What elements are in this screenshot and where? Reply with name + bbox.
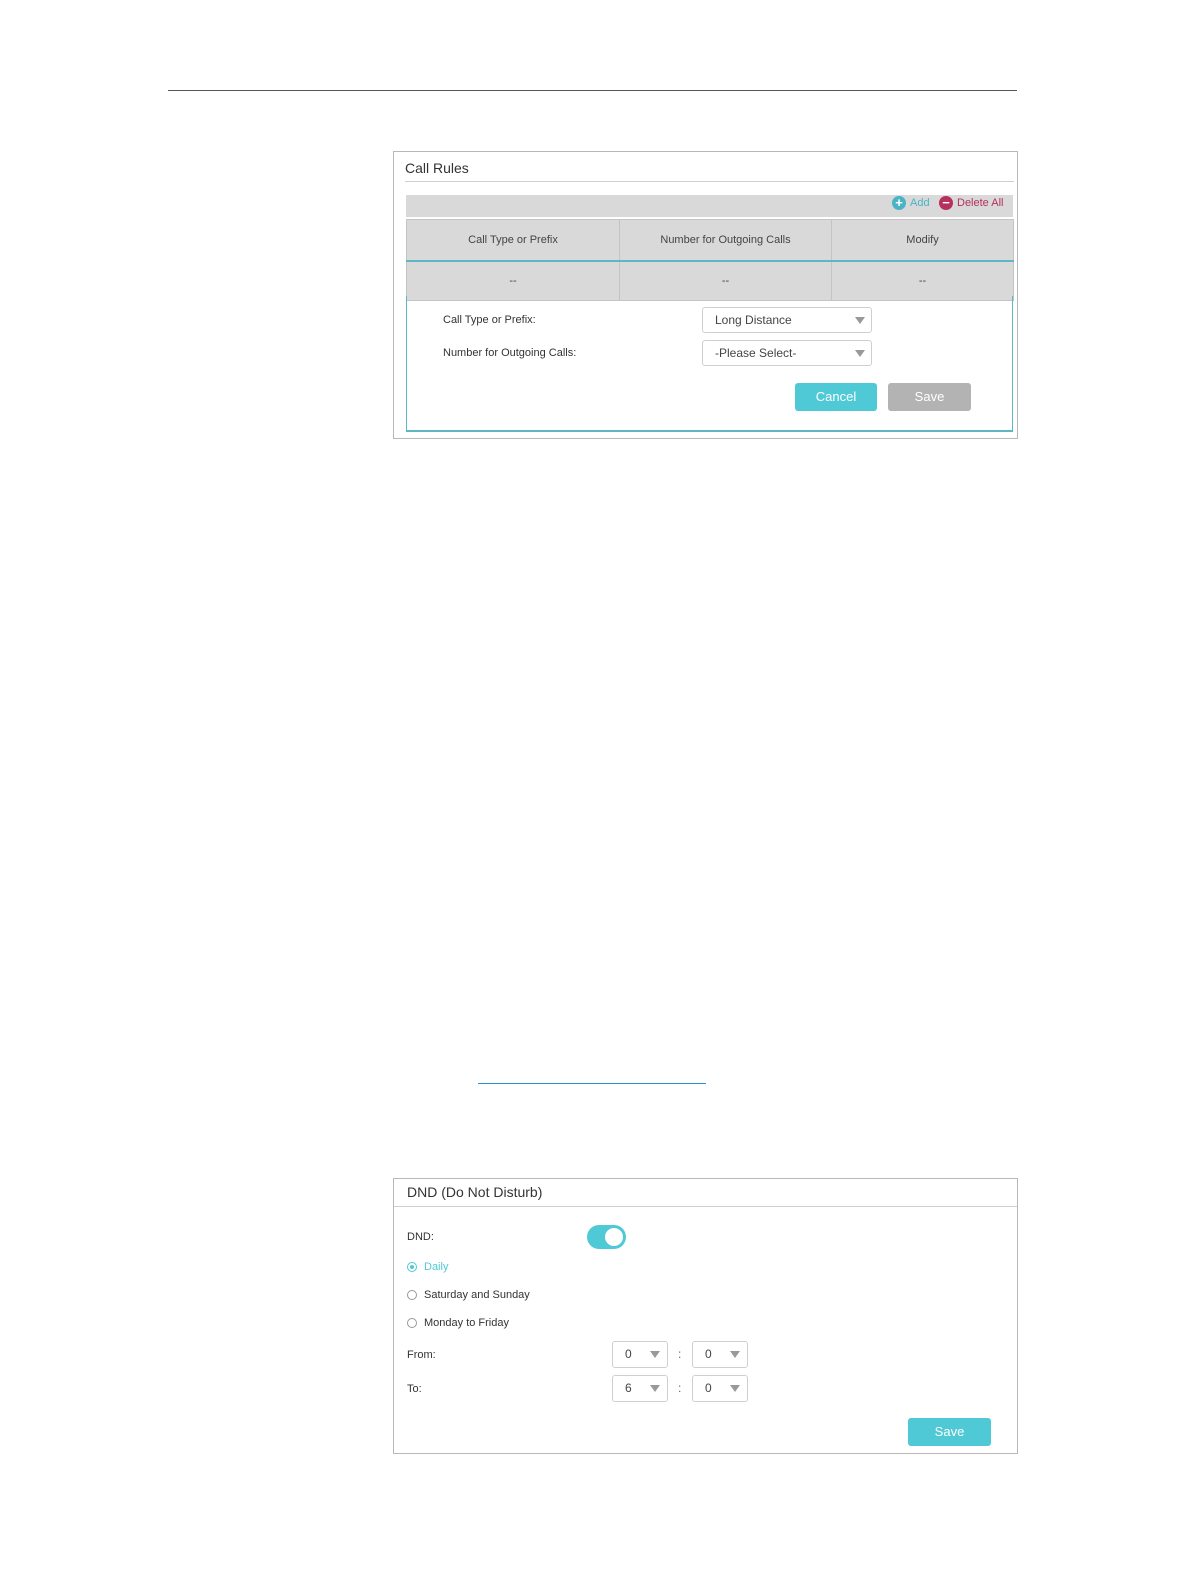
radio-saturday-sunday[interactable]: Saturday and Sunday: [407, 1289, 530, 1301]
call-type-label: Call Type or Prefix:: [443, 314, 536, 326]
radio-label: Saturday and Sunday: [424, 1289, 530, 1301]
from-minute-value: 0: [705, 1347, 712, 1361]
save-button[interactable]: Save: [888, 383, 971, 411]
panel-title: DND (Do Not Disturb): [407, 1184, 543, 1200]
panel-title: Call Rules: [405, 160, 469, 176]
from-hour-value: 0: [625, 1347, 632, 1361]
column-header: Number for Outgoing Calls: [619, 219, 832, 262]
to-minute-value: 0: [705, 1381, 712, 1395]
save-button[interactable]: Save: [908, 1418, 991, 1446]
chevron-down-icon: [855, 317, 865, 324]
dnd-label: DND:: [407, 1231, 434, 1243]
chevron-down-icon: [650, 1351, 660, 1358]
toggle-knob: [605, 1228, 623, 1246]
column-header: Call Type or Prefix: [406, 219, 620, 262]
from-minute-select[interactable]: 0: [692, 1341, 748, 1368]
plus-circle-icon: +: [892, 196, 906, 210]
to-hour-select[interactable]: 6: [612, 1375, 668, 1402]
radio-icon: [407, 1290, 417, 1300]
minus-circle-icon: −: [939, 196, 953, 210]
outgoing-number-select[interactable]: -Please Select-: [702, 340, 872, 366]
radio-label: Daily: [424, 1261, 449, 1273]
dnd-panel: DND (Do Not Disturb) DND: Daily Saturday…: [393, 1178, 1018, 1454]
radio-monday-friday[interactable]: Monday to Friday: [407, 1317, 509, 1329]
cancel-button[interactable]: Cancel: [795, 383, 877, 411]
call-type-value: Long Distance: [715, 313, 792, 327]
time-separator: :: [678, 1347, 682, 1361]
outgoing-number-label: Number for Outgoing Calls:: [443, 347, 577, 359]
outgoing-number-value: -Please Select-: [715, 346, 797, 360]
chevron-down-icon: [730, 1385, 740, 1392]
table-cell: --: [831, 260, 1014, 301]
title-divider: [394, 1206, 1017, 1207]
radio-selected-icon: [407, 1262, 417, 1272]
from-hour-select[interactable]: 0: [612, 1341, 668, 1368]
from-label: From:: [407, 1349, 436, 1361]
chevron-down-icon: [855, 350, 865, 357]
page-header-rule: [168, 90, 1017, 91]
call-rules-panel: Call Rules + Add − Delete All Call Type …: [393, 151, 1018, 439]
title-divider: [405, 181, 1014, 182]
call-type-select[interactable]: Long Distance: [702, 307, 872, 333]
rule-edit-form: Call Type or Prefix: Long Distance Numbe…: [406, 296, 1013, 432]
call-rules-table: Call Type or Prefix Number for Outgoing …: [406, 219, 1014, 301]
add-label: Add: [910, 197, 930, 209]
time-separator: :: [678, 1381, 682, 1395]
table-row[interactable]: -- -- --: [406, 260, 1014, 301]
column-header: Modify: [831, 219, 1014, 262]
table-header-row: Call Type or Prefix Number for Outgoing …: [406, 219, 1014, 262]
delete-all-button[interactable]: − Delete All: [939, 196, 1003, 210]
add-button[interactable]: + Add: [892, 196, 930, 210]
to-hour-value: 6: [625, 1381, 632, 1395]
table-toolbar: + Add − Delete All: [406, 195, 1013, 217]
table-cell: --: [406, 260, 620, 301]
radio-label: Monday to Friday: [424, 1317, 509, 1329]
chevron-down-icon: [650, 1385, 660, 1392]
to-minute-select[interactable]: 0: [692, 1375, 748, 1402]
hyperlink-underline[interactable]: [478, 1083, 706, 1084]
table-cell: --: [619, 260, 832, 301]
radio-daily[interactable]: Daily: [407, 1261, 448, 1273]
delete-all-label: Delete All: [957, 197, 1004, 209]
chevron-down-icon: [730, 1351, 740, 1358]
to-label: To:: [407, 1383, 422, 1395]
dnd-toggle[interactable]: [587, 1225, 626, 1249]
radio-icon: [407, 1318, 417, 1328]
